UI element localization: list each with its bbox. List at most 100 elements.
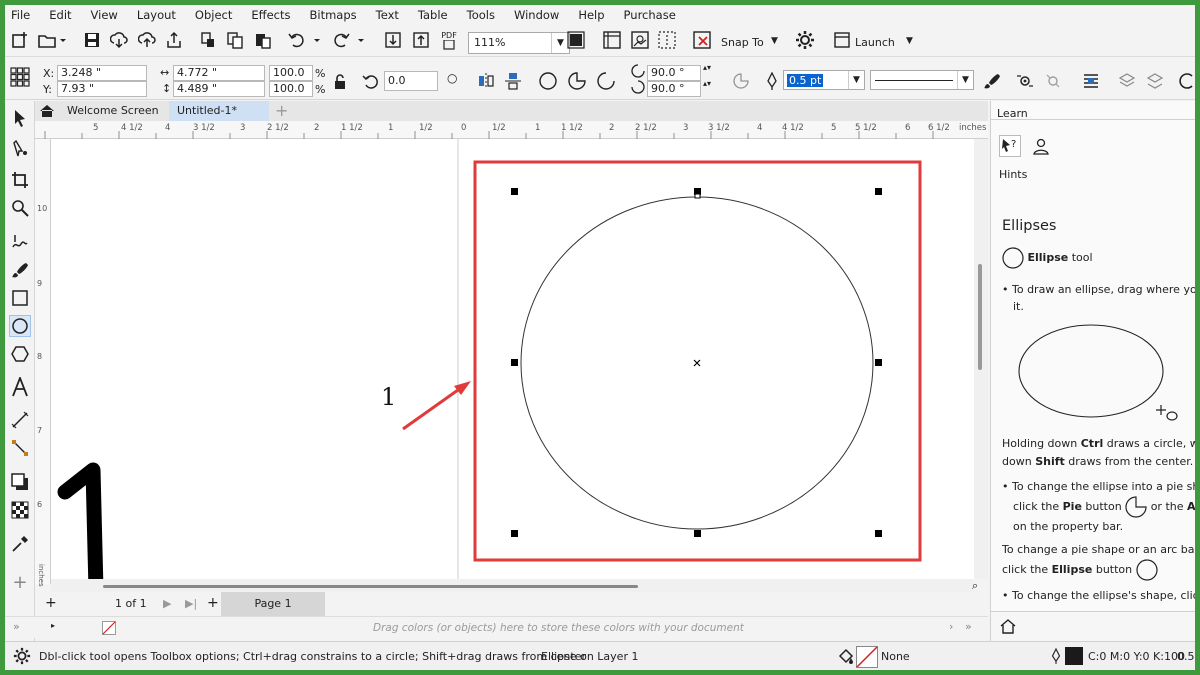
zoom-tool-icon[interactable] <box>9 197 31 219</box>
outline-color-swatch[interactable] <box>1065 647 1083 665</box>
palette-menu-icon[interactable]: ▸ <box>51 621 55 630</box>
copy-icon[interactable] <box>224 29 246 51</box>
x-position-field[interactable]: 3.248 " <box>57 65 147 81</box>
add-page-after-icon[interactable]: + <box>207 595 219 611</box>
convert-to-curves-icon[interactable] <box>1177 70 1195 92</box>
launch-menu[interactable]: Launch <box>855 36 895 49</box>
home-icon[interactable] <box>999 618 1017 637</box>
fill-icon[interactable] <box>837 647 855 668</box>
snap-to-menu[interactable]: Snap To <box>721 36 764 49</box>
page-tab-1[interactable]: Page 1 <box>221 592 325 616</box>
outline-width-select[interactable]: 0.5 pt ▼ <box>783 70 865 90</box>
redo-icon[interactable] <box>330 29 368 51</box>
to-back-icon[interactable] <box>1144 70 1166 92</box>
rectangle-tool-icon[interactable] <box>9 287 31 309</box>
text-tool-icon[interactable] <box>9 376 31 398</box>
menu-help[interactable]: Help <box>578 8 604 22</box>
cloud-upload-icon[interactable] <box>136 29 158 51</box>
shape-tool-icon[interactable] <box>9 137 31 159</box>
drawing-canvas[interactable] <box>51 139 978 579</box>
paste-icon[interactable] <box>252 29 274 51</box>
pick-tool-icon[interactable] <box>9 107 31 129</box>
open-folder-icon[interactable] <box>35 29 69 51</box>
artistic-media-icon[interactable] <box>9 259 31 281</box>
launch-app-icon[interactable] <box>831 29 853 51</box>
line-style-select[interactable]: ▼ <box>870 70 974 90</box>
polygon-tool-icon[interactable] <box>9 343 31 365</box>
menu-bitmaps[interactable]: Bitmaps <box>309 8 356 22</box>
zoom-fit-icon[interactable]: ⌕ <box>972 579 978 593</box>
ellipse-mode-icon[interactable] <box>536 70 560 92</box>
tab-welcome-screen[interactable]: Welcome Screen <box>59 101 169 121</box>
status-gear-icon[interactable] <box>13 647 31 668</box>
show-grid-icon[interactable] <box>629 29 651 51</box>
menu-layout[interactable]: Layout <box>137 8 176 22</box>
y-position-field[interactable]: 7.93 " <box>57 81 147 97</box>
menu-purchase[interactable]: Purchase <box>624 8 676 22</box>
palette-expand-icon[interactable]: » <box>13 620 20 633</box>
scale-y-field[interactable]: 100.0 <box>269 81 313 97</box>
menu-edit[interactable]: Edit <box>49 8 71 22</box>
menu-table[interactable]: Table <box>418 8 448 22</box>
to-front-icon[interactable] <box>1116 70 1138 92</box>
menu-tools[interactable]: Tools <box>467 8 495 22</box>
add-tool-icon[interactable]: + <box>9 571 31 593</box>
drop-shadow-tool-icon[interactable] <box>9 471 31 493</box>
start-angle-spin-icon[interactable]: ▴▾ <box>703 63 711 72</box>
menu-window[interactable]: Window <box>514 8 559 22</box>
horizontal-scroll-thumb[interactable] <box>103 585 638 588</box>
launch-chevron-down-icon[interactable]: ▼ <box>906 36 913 46</box>
pie-mode-icon[interactable] <box>565 70 589 92</box>
export-icon[interactable] <box>410 29 432 51</box>
mirror-vertical-icon[interactable] <box>502 70 524 92</box>
snap-off-icon[interactable] <box>691 29 713 51</box>
menu-object[interactable]: Object <box>195 8 232 22</box>
vertical-scroll-thumb[interactable] <box>978 264 982 370</box>
scale-x-field[interactable]: 100.0 <box>269 65 313 81</box>
tutorials-tab-icon[interactable] <box>1031 137 1051 160</box>
vertical-scrollbar[interactable] <box>974 139 988 579</box>
menu-file[interactable]: File <box>11 8 30 22</box>
add-tab-icon[interactable]: + <box>271 101 293 121</box>
object-origin-icon[interactable] <box>9 66 31 88</box>
snap-chevron-down-icon[interactable]: ▼ <box>771 36 778 46</box>
fill-swatch[interactable] <box>856 646 878 670</box>
full-screen-preview-icon[interactable] <box>565 29 587 51</box>
menu-text[interactable]: Text <box>376 8 399 22</box>
brush-icon[interactable] <box>981 70 1003 92</box>
cloud-download-icon[interactable] <box>108 29 130 51</box>
freehand-tool-icon[interactable] <box>9 231 31 253</box>
last-page-icon[interactable]: ▶| <box>185 597 197 610</box>
eyedropper-tool-icon[interactable] <box>9 533 31 555</box>
crop-tool-icon[interactable] <box>9 169 31 191</box>
height-field[interactable]: 4.489 " <box>173 81 265 97</box>
rotation-field[interactable]: 0.0 <box>384 71 438 91</box>
mirror-horizontal-icon[interactable] <box>475 70 497 92</box>
ellipse-tool-icon[interactable] <box>9 315 31 337</box>
zoom-level-select[interactable]: 111% ▼ <box>468 32 570 54</box>
menu-effects[interactable]: Effects <box>251 8 290 22</box>
save-icon[interactable] <box>81 29 103 51</box>
add-page-before-icon[interactable]: + <box>45 595 57 611</box>
new-document-icon[interactable] <box>9 29 31 51</box>
end-angle-spin-icon[interactable]: ▴▾ <box>703 79 711 88</box>
no-color-swatch[interactable] <box>102 621 116 638</box>
hints-tab-icon[interactable]: ? <box>999 135 1021 157</box>
lock-ratio-icon[interactable] <box>331 71 349 93</box>
direction-toggle-icon[interactable] <box>730 70 752 92</box>
start-angle-field[interactable]: 90.0 ° <box>647 65 701 81</box>
contour-icon[interactable] <box>1042 70 1064 92</box>
wrap-text-icon[interactable] <box>1014 70 1036 92</box>
home-icon[interactable] <box>35 101 59 121</box>
arc-mode-icon[interactable] <box>594 70 618 92</box>
options-gear-icon[interactable] <box>794 29 816 51</box>
dimension-tool-icon[interactable] <box>9 409 31 431</box>
connector-tool-icon[interactable] <box>9 437 31 459</box>
publish-pdf-icon[interactable]: PDF <box>437 29 461 51</box>
tab-untitled-1[interactable]: Untitled-1* <box>169 101 269 121</box>
text-wrap-options-icon[interactable] <box>1080 70 1102 92</box>
undo-icon[interactable] <box>286 29 324 51</box>
end-angle-field[interactable]: 90.0 ° <box>647 81 701 97</box>
palette-scroll-end-icon[interactable]: » <box>965 620 972 633</box>
next-page-icon[interactable]: ▶ <box>163 597 171 610</box>
